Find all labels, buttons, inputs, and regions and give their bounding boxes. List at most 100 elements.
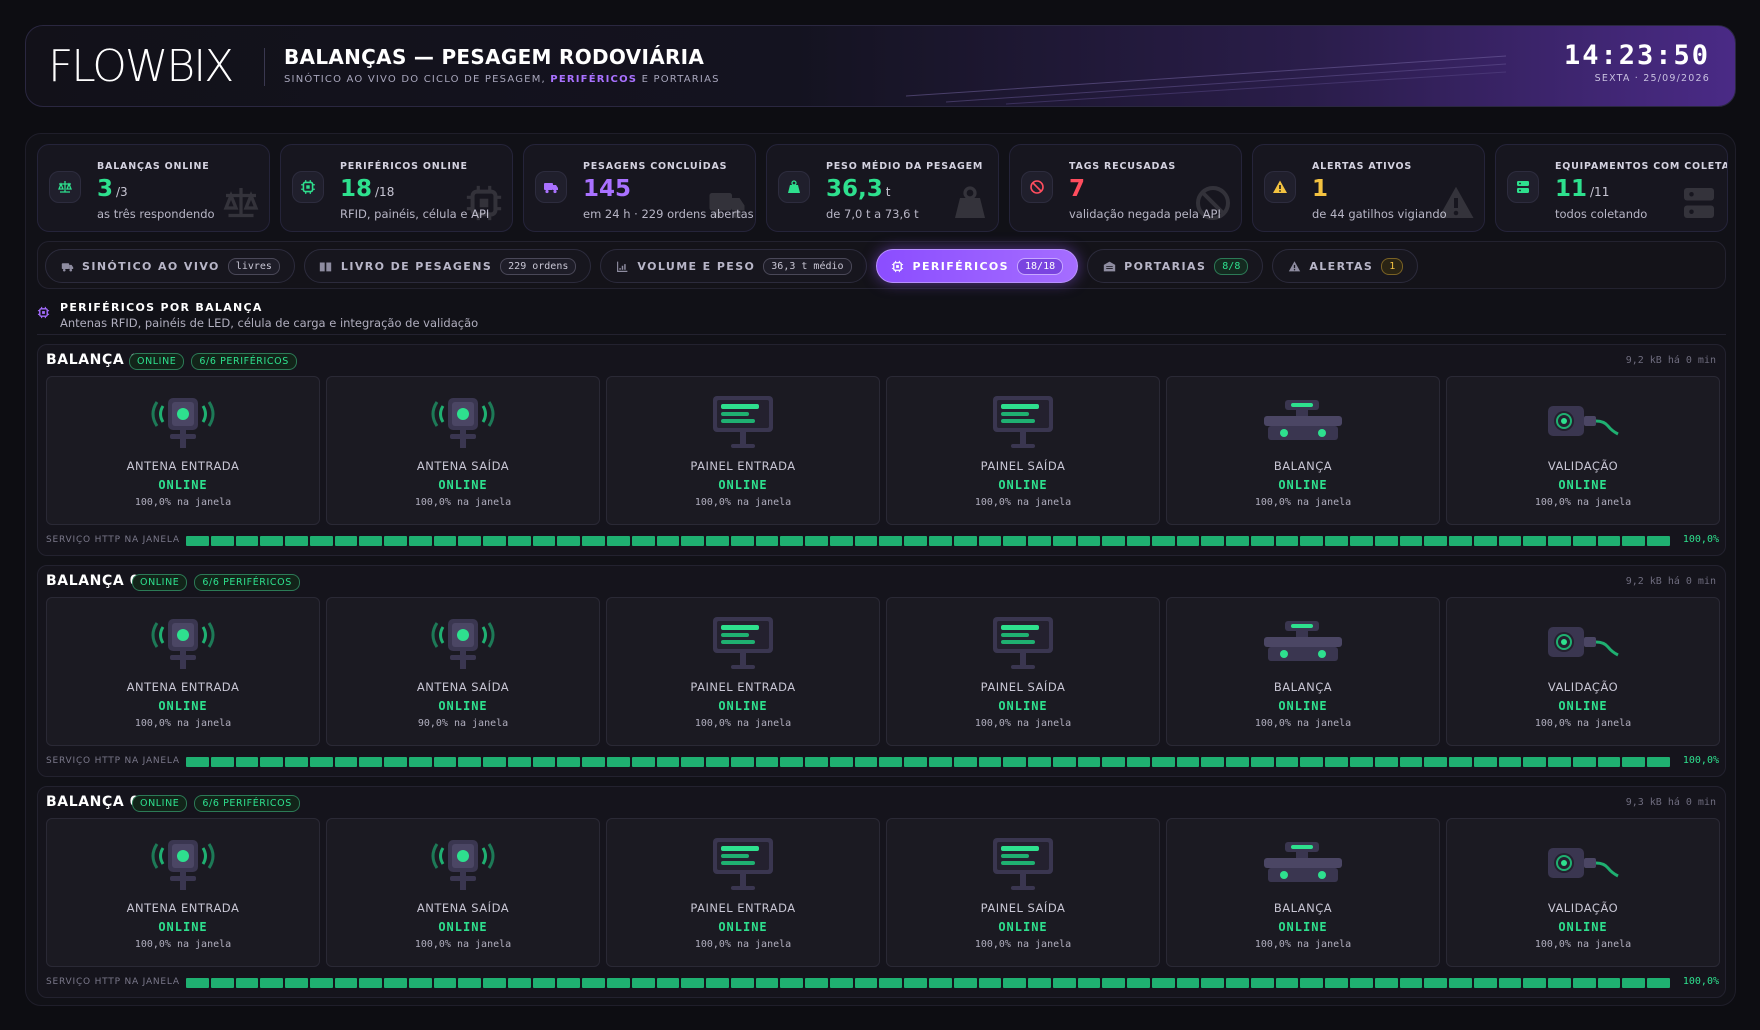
http-segment <box>384 757 407 767</box>
device-card-validation[interactable]: VALIDAÇÃO ONLINE 100,0% na janela <box>1446 597 1720 746</box>
device-card-antenna[interactable]: ANTENA SAÍDA ONLINE 100,0% na janela <box>326 376 600 525</box>
device-card-panel[interactable]: PAINEL SAÍDA ONLINE 100,0% na janela <box>886 376 1160 525</box>
kpi-label: BALANÇAS ONLINE <box>97 161 210 172</box>
device-status: ONLINE <box>998 920 1048 934</box>
header-streak-decoration <box>906 55 1506 105</box>
kpi-label: TAGS RECUSADAS <box>1069 161 1177 172</box>
http-segment <box>260 536 284 546</box>
http-segment <box>384 978 407 988</box>
http-bar <box>186 536 1670 546</box>
device-status: ONLINE <box>998 699 1048 713</box>
device-card-antenna[interactable]: ANTENA SAÍDA ONLINE 90,0% na janela <box>326 597 600 746</box>
app-root: FLOWBIX BALANÇAS — PESAGEM RODOVIÁRIA SI… <box>0 0 1760 1030</box>
http-segment <box>557 757 581 767</box>
http-segment <box>1374 536 1398 546</box>
http-segment <box>780 978 804 988</box>
http-segment <box>1473 757 1497 767</box>
device-card-scale[interactable]: BALANÇA ONLINE 100,0% na janela <box>1166 597 1440 746</box>
http-segment <box>706 536 729 546</box>
http-segment <box>1622 536 1646 546</box>
http-segment <box>408 536 432 546</box>
balance-badges: ONLINE 6/6 PERIFÉRICOS <box>132 795 300 812</box>
http-segment <box>1597 536 1621 546</box>
antenna-icon <box>47 387 319 453</box>
http-segment <box>681 978 705 988</box>
device-grid: ANTENA ENTRADA ONLINE 100,0% na janela A… <box>46 376 1720 525</box>
scale-icon <box>221 183 261 227</box>
tab-livro-de-pesagens[interactable]: LIVRO DE PESAGENS 229 ordens <box>303 249 592 283</box>
http-segment <box>260 978 284 988</box>
http-segment <box>1498 536 1522 546</box>
device-name: PAINEL SAÍDA <box>980 680 1066 694</box>
http-segment <box>408 757 432 767</box>
device-card-antenna[interactable]: ANTENA SAÍDA ONLINE 100,0% na janela <box>326 818 600 967</box>
kpi-row: BALANÇAS ONLINE 3/3 as três respondendo … <box>37 144 1728 232</box>
device-card-validation[interactable]: VALIDAÇÃO ONLINE 100,0% na janela <box>1446 818 1720 967</box>
http-segment <box>557 978 581 988</box>
http-segment <box>1647 757 1670 767</box>
device-card-scale[interactable]: BALANÇA ONLINE 100,0% na janela <box>1166 818 1440 967</box>
warning-icon <box>1287 259 1301 273</box>
http-segment <box>1102 978 1126 988</box>
http-segment <box>730 978 754 988</box>
tab-portarias[interactable]: PORTARIAS 8/8 <box>1087 249 1264 283</box>
device-card-validation[interactable]: VALIDAÇÃO ONLINE 100,0% na janela <box>1446 376 1720 525</box>
http-segment <box>483 978 506 988</box>
antenna-icon <box>327 387 599 453</box>
device-rate: 100,0% na janela <box>134 939 232 950</box>
device-card-antenna[interactable]: ANTENA ENTRADA ONLINE 100,0% na janela <box>46 597 320 746</box>
antenna-icon <box>47 829 319 895</box>
chip-icon <box>37 306 50 319</box>
http-segment <box>1226 978 1249 988</box>
balance-group: BALANÇA 02 ONLINE 6/6 PERIFÉRICOS 9,2 kB… <box>37 565 1726 777</box>
http-segment <box>235 757 259 767</box>
kpi-label: EQUIPAMENTOS COM COLETA <box>1555 161 1728 172</box>
device-card-panel[interactable]: PAINEL ENTRADA ONLINE 100,0% na janela <box>606 818 880 967</box>
http-segment <box>235 978 259 988</box>
validation-icon <box>1447 387 1719 453</box>
tab-badge: livres <box>227 257 280 275</box>
device-card-panel[interactable]: PAINEL SAÍDA ONLINE 100,0% na janela <box>886 597 1160 746</box>
tab-volume-e-peso[interactable]: VOLUME E PESO 36,3 t médio <box>600 249 867 283</box>
http-segment <box>978 536 1002 546</box>
http-segment <box>1349 978 1373 988</box>
device-rate: 100,0% na janela <box>974 718 1072 729</box>
tab-perifericos[interactable]: PERIFÉRICOS 18/18 <box>875 249 1079 283</box>
tabs: SINÓTICO AO VIVO livres LIVRO DE PESAGEN… <box>45 249 1419 283</box>
http-segment <box>359 978 383 988</box>
http-segment <box>532 757 556 767</box>
panel-icon <box>607 829 879 895</box>
http-segment <box>755 536 779 546</box>
device-card-scale[interactable]: BALANÇA ONLINE 100,0% na janela <box>1166 376 1440 525</box>
device-card-antenna[interactable]: ANTENA ENTRADA ONLINE 100,0% na janela <box>46 818 320 967</box>
tab-alertas[interactable]: ALERTAS 1 <box>1272 249 1419 283</box>
http-segment <box>1102 757 1126 767</box>
http-segment <box>1300 978 1324 988</box>
http-segment <box>730 536 754 546</box>
http-segment <box>928 978 952 988</box>
http-segment <box>1523 757 1547 767</box>
http-segment <box>607 757 630 767</box>
status-badge: ONLINE <box>132 795 188 812</box>
http-segment <box>1325 536 1348 546</box>
device-card-panel[interactable]: PAINEL ENTRADA ONLINE 100,0% na janela <box>606 597 880 746</box>
tab-sinotico-ao-vivo[interactable]: SINÓTICO AO VIVO livres <box>45 249 295 283</box>
kpi-number: 7 <box>1069 176 1086 202</box>
device-status: ONLINE <box>1558 478 1608 492</box>
device-card-antenna[interactable]: ANTENA ENTRADA ONLINE 100,0% na janela <box>46 376 320 525</box>
http-segment <box>978 757 1002 767</box>
http-segment <box>359 757 383 767</box>
http-segment <box>235 536 259 546</box>
brand-logo-text: FLOWBIX <box>48 41 234 92</box>
device-rate: 100,0% na janela <box>1254 718 1352 729</box>
http-segment <box>829 978 853 988</box>
http-segment <box>1424 978 1448 988</box>
device-status: ONLINE <box>438 699 488 713</box>
http-segment <box>1250 978 1274 988</box>
http-segment <box>210 757 234 767</box>
kpi-number: 18 <box>340 176 373 202</box>
device-card-panel[interactable]: PAINEL ENTRADA ONLINE 100,0% na janela <box>606 376 880 525</box>
kpi-unit: /3 <box>116 185 128 199</box>
device-card-panel[interactable]: PAINEL SAÍDA ONLINE 100,0% na janela <box>886 818 1160 967</box>
http-segment <box>1498 757 1522 767</box>
